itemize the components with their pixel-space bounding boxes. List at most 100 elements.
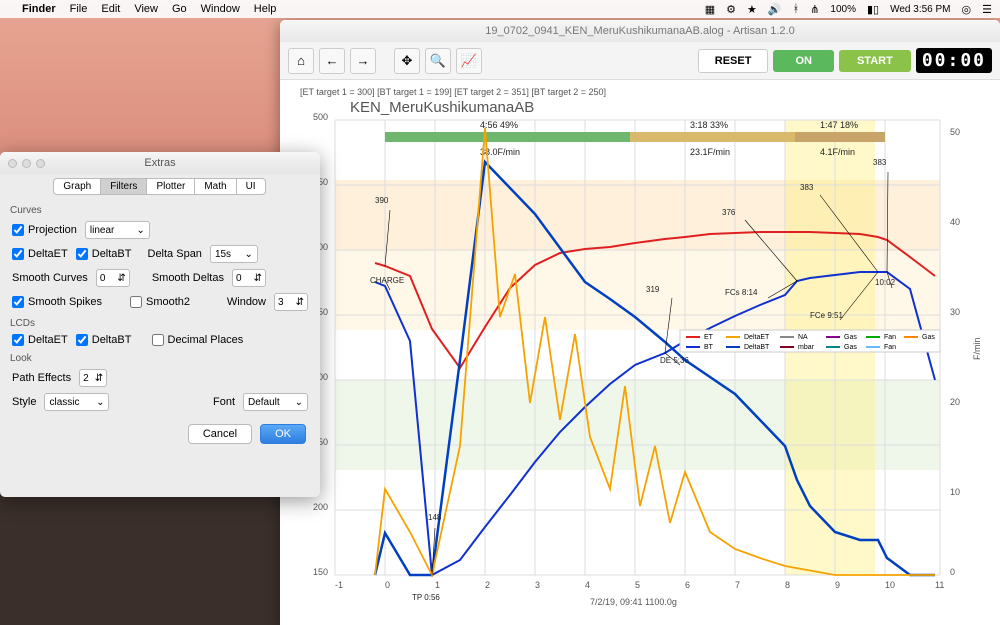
svg-text:383: 383 (873, 158, 887, 167)
svg-text:10: 10 (885, 580, 895, 590)
menu-window[interactable]: Window (201, 3, 240, 15)
timer-display: 00:00 (916, 48, 992, 73)
status-icon[interactable]: ⚙ (726, 3, 736, 16)
tab-math[interactable]: Math (194, 178, 236, 195)
svg-text:0: 0 (385, 580, 390, 590)
svg-text:383: 383 (800, 183, 814, 192)
extras-title: Extras (144, 157, 175, 169)
chart-area[interactable]: [ET target 1 = 300] [BT target 1 = 199] … (280, 80, 1000, 625)
projection-select[interactable]: linear⌄ (85, 221, 150, 239)
notification-icon[interactable]: ☰ (982, 3, 992, 16)
svg-text:Gas: Gas (844, 344, 857, 351)
svg-text:DE 5:36: DE 5:36 (660, 356, 689, 365)
section-look: Look (0, 349, 320, 366)
deltabt-checkbox[interactable]: DeltaBT (76, 248, 132, 260)
menu-edit[interactable]: Edit (101, 3, 120, 15)
start-button[interactable]: START (839, 50, 911, 72)
tab-plotter[interactable]: Plotter (146, 178, 195, 195)
status-icon[interactable]: ★ (747, 3, 757, 16)
status-icon[interactable]: ▦ (705, 3, 715, 16)
tab-graph[interactable]: Graph (53, 178, 101, 195)
svg-text:1:47 18%: 1:47 18% (820, 120, 858, 130)
lcd-deltabt-checkbox[interactable]: DeltaBT (76, 334, 132, 346)
back-button[interactable]: ← (319, 48, 345, 74)
smooth2-checkbox[interactable]: Smooth2 (130, 296, 190, 308)
font-select[interactable]: Default⌄ (243, 393, 308, 411)
phase-bar-dry (385, 132, 630, 142)
svg-text:NA: NA (798, 334, 808, 341)
home-button[interactable]: ⌂ (288, 48, 314, 74)
extras-tabs: Graph Filters Plotter Math UI (0, 178, 320, 195)
svg-text:4.1F/min: 4.1F/min (820, 147, 855, 157)
svg-text:CHARGE: CHARGE (370, 276, 404, 285)
window-stepper[interactable]: 3⇵ (274, 293, 308, 311)
deltaet-checkbox[interactable]: DeltaET (12, 248, 68, 260)
volume-icon[interactable]: 🔊 (768, 3, 782, 16)
svg-text:-1: -1 (335, 580, 343, 590)
svg-text:6: 6 (685, 580, 690, 590)
svg-text:8: 8 (785, 580, 790, 590)
svg-text:1: 1 (435, 580, 440, 590)
svg-text:11: 11 (935, 580, 944, 590)
menu-help[interactable]: Help (254, 3, 277, 15)
projection-checkbox[interactable]: Projection (12, 224, 77, 236)
svg-text:50: 50 (950, 127, 960, 137)
reset-button[interactable]: RESET (698, 49, 769, 73)
svg-text:150: 150 (313, 567, 328, 577)
pan-button[interactable]: ✥ (394, 48, 420, 74)
spotlight-icon[interactable]: ◎ (962, 3, 972, 16)
cancel-button[interactable]: Cancel (188, 424, 252, 444)
battery-icon[interactable]: ▮▯ (867, 3, 879, 16)
window-title: 19_0702_0941_KEN_MeruKushikumanaAB.alog … (485, 25, 794, 37)
tab-ui[interactable]: UI (236, 178, 266, 195)
svg-text:FCe 9:51: FCe 9:51 (810, 311, 843, 320)
menu-view[interactable]: View (134, 3, 158, 15)
svg-text:Fan: Fan (884, 334, 896, 341)
app-name-menu[interactable]: Finder (22, 3, 56, 15)
extras-titlebar[interactable]: Extras (0, 152, 320, 174)
menu-go[interactable]: Go (172, 3, 187, 15)
svg-text:200: 200 (313, 502, 328, 512)
svg-text:40: 40 (950, 217, 960, 227)
y-right-label: F/min (972, 338, 982, 361)
zoom-button[interactable]: 🔍 (425, 48, 451, 74)
deltaspan-select[interactable]: 15s⌄ (210, 245, 258, 263)
chart-footer: 7/2/19, 09:41 1100.0g (590, 597, 677, 607)
svg-text:10: 10 (950, 487, 960, 497)
configure-button[interactable]: 📈 (456, 48, 482, 74)
svg-text:319: 319 (646, 285, 660, 294)
decimalplaces-checkbox[interactable]: Decimal Places (152, 334, 244, 346)
svg-text:ET: ET (704, 334, 714, 341)
svg-text:23.1F/min: 23.1F/min (690, 147, 730, 157)
bluetooth-icon[interactable]: ᚼ (793, 3, 800, 15)
svg-text:5: 5 (635, 580, 640, 590)
window-titlebar[interactable]: 19_0702_0941_KEN_MeruKushikumanaAB.alog … (280, 20, 1000, 42)
svg-text:2: 2 (485, 580, 490, 590)
svg-text:376: 376 (722, 208, 736, 217)
svg-text:Gas: Gas (922, 334, 935, 341)
clock[interactable]: Wed 3:56 PM (890, 4, 950, 15)
on-button[interactable]: ON (773, 50, 834, 72)
svg-text:10:02: 10:02 (875, 278, 896, 287)
style-select[interactable]: classic⌄ (44, 393, 109, 411)
chart-header: [ET target 1 = 300] [BT target 1 = 199] … (300, 87, 606, 97)
tab-filters[interactable]: Filters (100, 178, 147, 195)
svg-text:390: 390 (375, 196, 389, 205)
menu-file[interactable]: File (70, 3, 88, 15)
patheffects-stepper[interactable]: 2⇵ (79, 369, 107, 387)
svg-text:9: 9 (835, 580, 840, 590)
svg-text:3: 3 (535, 580, 540, 590)
svg-text:148: 148 (428, 513, 442, 522)
svg-text:30: 30 (950, 307, 960, 317)
smoothspikes-checkbox[interactable]: Smooth Spikes (12, 296, 102, 308)
smoothdeltas-stepper[interactable]: 0⇵ (232, 269, 266, 287)
wifi-icon[interactable]: ⋔ (810, 3, 819, 16)
forward-button[interactable]: → (350, 48, 376, 74)
battery-percent: 100% (830, 4, 856, 15)
smoothcurves-stepper[interactable]: 0⇵ (96, 269, 130, 287)
svg-text:DeltaBT: DeltaBT (744, 344, 770, 351)
traffic-lights[interactable] (8, 159, 45, 168)
lcd-deltaet-checkbox[interactable]: DeltaET (12, 334, 68, 346)
ok-button[interactable]: OK (260, 424, 306, 444)
svg-text:TP 0:56: TP 0:56 (412, 593, 440, 602)
